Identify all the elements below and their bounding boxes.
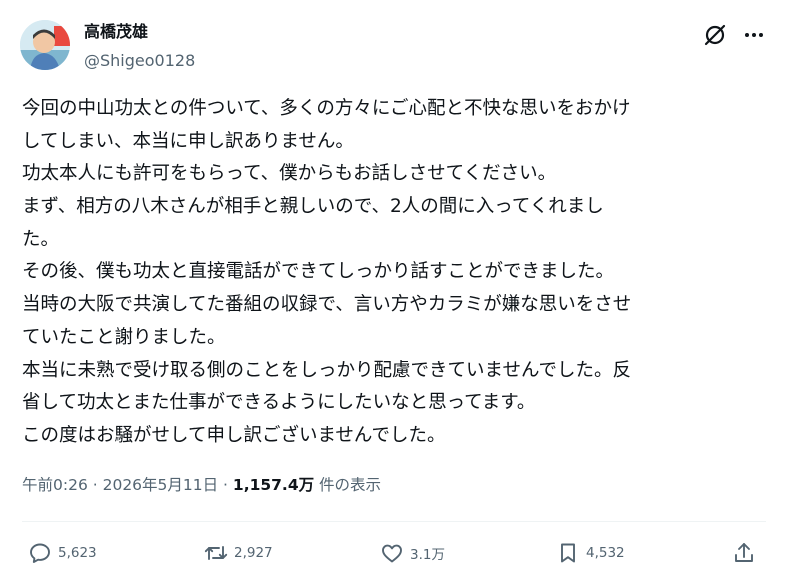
share-button[interactable]	[732, 540, 756, 566]
bookmark-button[interactable]: 4,532	[556, 540, 625, 566]
post-text-line: た。	[22, 228, 60, 250]
post-text-line: ていたこと謝りました。	[22, 326, 226, 348]
post-time[interactable]: 午前0:26	[22, 476, 88, 494]
repost-icon	[204, 546, 228, 560]
meta-separator: ·	[87, 476, 103, 494]
share-icon	[735, 543, 753, 562]
like-button[interactable]: 3.1万	[380, 540, 445, 566]
repost-count: 2,927	[234, 545, 273, 561]
heart-icon	[382, 544, 402, 563]
more-icon	[745, 33, 763, 37]
post-text-line: 本当に未熟で受け取る側のことをしっかり配慮できていませんでした。反	[22, 359, 632, 381]
post-text-line: その後、僕も功太と直接電話ができてしっかり話すことができました。	[22, 261, 615, 283]
author-display-name[interactable]: 高橋茂雄	[84, 21, 148, 43]
post-text-line: まず、相方の八木さんが相手と親しいので、2人の間に入ってくれまし	[22, 196, 604, 218]
divider	[22, 521, 766, 522]
more-options-button[interactable]	[741, 22, 767, 48]
meta-separator: ·	[218, 476, 233, 494]
like-count: 3.1万	[410, 547, 445, 563]
grok-icon	[704, 24, 726, 46]
bookmark-count: 4,532	[586, 545, 625, 561]
author-handle[interactable]: @Shigeo0128	[84, 50, 195, 72]
post-text-line: この度はお騒がせして申し訳ございませんでした。	[22, 424, 446, 446]
post-text-line: 功太本人にも許可をもらって、僕からもお話しさせてください。	[22, 163, 557, 185]
avatar-image	[20, 20, 70, 70]
repost-button[interactable]: 2,927	[204, 540, 273, 566]
avatar[interactable]	[20, 20, 70, 70]
post-date[interactable]: 2026年5月11日	[103, 476, 219, 494]
post-meta: 午前0:26 · 2026年5月11日 · 1,157.4万 件の表示	[22, 473, 381, 497]
reply-count: 5,623	[58, 545, 97, 561]
views-label: 件の表示	[314, 476, 382, 494]
reply-icon	[30, 543, 50, 563]
bookmark-icon	[561, 543, 575, 563]
post-text-line: してしまい、本当に申し訳ありません。	[22, 130, 354, 152]
views-count[interactable]: 1,157.4万	[233, 476, 314, 494]
post-text-line: 今回の中山功太との件ついて、多くの方々にご心配と不快な思いをおかけ	[22, 98, 631, 119]
reply-button[interactable]: 5,623	[28, 540, 97, 566]
post-text-line: 当時の大阪で共演してた番組の収録で、言い方やカラミが嫌な思いをさせ	[22, 294, 632, 316]
grok-button[interactable]	[702, 22, 728, 48]
post-text-line: 省して功太とまた仕事ができるようにしたいなと思ってます。	[22, 392, 536, 414]
post-text: 今回の中山功太との件ついて、多くの方々にご心配と不快な思いをおかけ してしまい、…	[22, 93, 767, 453]
